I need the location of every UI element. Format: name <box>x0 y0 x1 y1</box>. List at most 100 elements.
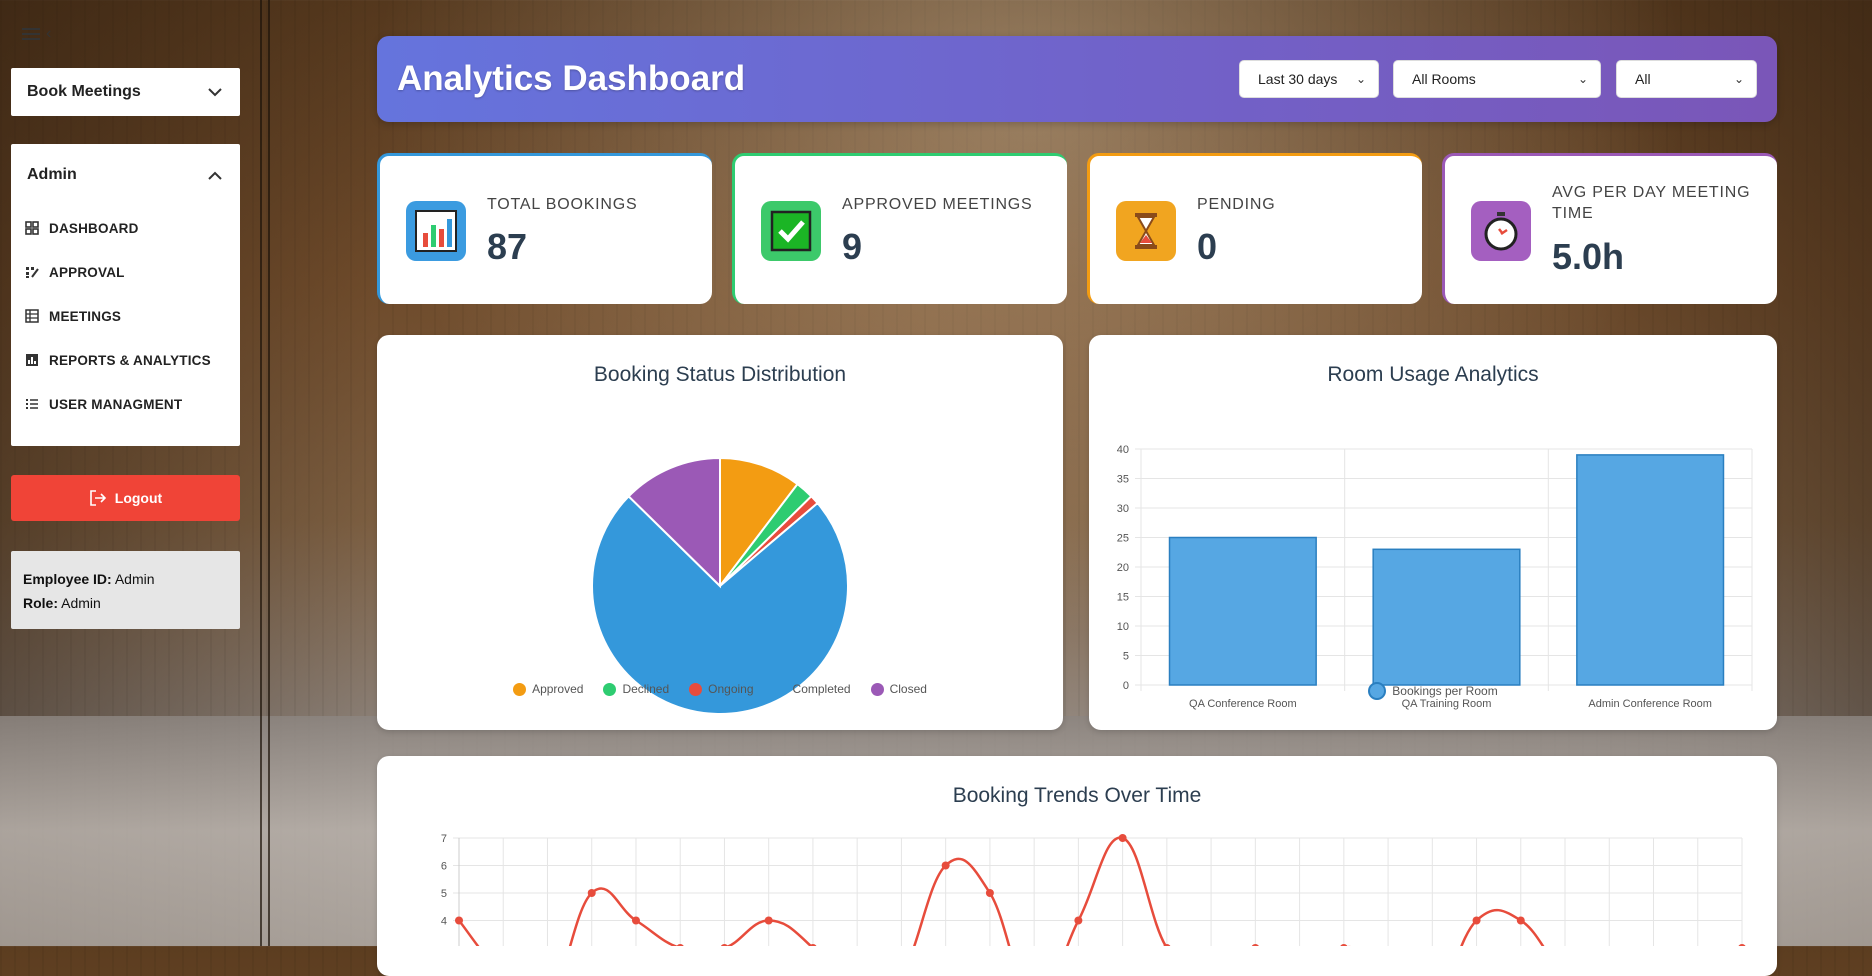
approval-icon <box>25 265 39 279</box>
rooms-select-value: All Rooms <box>1412 71 1476 87</box>
legend-swatch <box>1368 682 1387 700</box>
bar-chart-title: Room Usage Analytics <box>1327 363 1539 386</box>
legend-swatch <box>773 682 787 696</box>
legend-item[interactable]: Completed <box>773 682 851 696</box>
data-point[interactable] <box>587 889 596 897</box>
bar-chart-icon <box>406 201 466 261</box>
y-tick-label: 15 <box>1117 592 1129 604</box>
rooms-select[interactable]: All Rooms ⌄ <box>1393 60 1601 98</box>
stat-label: APPROVED MEETINGS <box>842 196 1033 213</box>
y-tick-label: 5 <box>1123 651 1129 663</box>
role-value: Admin <box>61 595 101 611</box>
frame-line <box>260 0 262 946</box>
y-tick-label: 40 <box>1117 444 1129 456</box>
data-point[interactable] <box>1472 916 1481 925</box>
legend-item[interactable]: Approved <box>513 682 583 696</box>
line-chart-panel: Booking Trends Over Time 4 5 6 7 <box>377 756 1777 976</box>
stopwatch-icon <box>1471 201 1531 261</box>
admin-menu: Admin DASHBOARD APPROVAL MEETINGS REPORT… <box>11 144 240 446</box>
line-chart: 4 5 6 7 <box>441 833 1746 946</box>
stat-label: AVG PER DAY MEETING TIME <box>1552 184 1751 222</box>
employee-id-label: Employee ID: <box>23 571 112 587</box>
logout-icon <box>89 490 106 506</box>
hamburger-icon <box>22 28 40 40</box>
legend-swatch <box>603 682 617 696</box>
data-point[interactable] <box>1118 834 1127 842</box>
stat-card-pending: PENDING 0 <box>1087 153 1422 304</box>
bar-chart-panel: Room Usage Analytics 0 5 10 15 20 25 30 35 40 QA … <box>1089 335 1777 730</box>
book-meetings-dropdown[interactable]: Book Meetings <box>11 68 240 116</box>
bar-1[interactable] <box>1372 548 1521 686</box>
sidebar-toggle-button[interactable]: ‹ <box>22 25 52 42</box>
sidebar-item-label: REPORTS & ANALYTICS <box>49 352 211 368</box>
data-point[interactable] <box>1516 916 1525 925</box>
sidebar-item-label: MEETINGS <box>49 308 122 324</box>
chevron-down-icon: ⌄ <box>1733 72 1744 86</box>
stat-card-approved: APPROVED MEETINGS 9 <box>732 153 1067 304</box>
bar-2[interactable] <box>1576 454 1725 686</box>
data-point[interactable] <box>764 916 773 925</box>
admin-menu-header[interactable]: Admin <box>11 144 240 206</box>
data-point[interactable] <box>941 861 950 870</box>
stat-value: 9 <box>842 226 863 267</box>
sidebar-item-user-management[interactable]: USER MANAGMENT <box>11 382 240 426</box>
stat-card-avg-time: AVG PER DAY MEETING TIME 5.0h <box>1442 153 1777 304</box>
legend-label: Approved <box>532 682 584 696</box>
y-tick-label: 30 <box>1117 503 1129 515</box>
chevron-left-icon: ‹ <box>46 25 52 42</box>
bar-chart-legend: Bookings per Room <box>1089 682 1777 700</box>
legend-label: Ongoing <box>708 682 754 696</box>
sidebar-item-label: APPROVAL <box>49 264 125 280</box>
legend-label: Declined <box>622 682 670 696</box>
sidebar-item-dashboard[interactable]: DASHBOARD <box>11 206 240 250</box>
sidebar-item-reports[interactable]: REPORTS & ANALYTICS <box>11 338 240 382</box>
period-select-value: Last 30 days <box>1258 71 1338 87</box>
y-tick-label: 4 <box>441 916 447 928</box>
data-point[interactable] <box>985 889 994 897</box>
pie-chart <box>591 456 849 715</box>
stat-card-total-bookings: TOTAL BOOKINGS 87 <box>377 153 712 304</box>
period-select[interactable]: Last 30 days ⌄ <box>1239 60 1379 98</box>
table-icon <box>25 309 39 323</box>
hourglass-icon <box>1116 201 1176 261</box>
y-tick-label: 35 <box>1117 474 1129 486</box>
legend-item[interactable]: Declined <box>603 682 669 696</box>
bar-0[interactable] <box>1168 536 1317 686</box>
chevron-down-icon <box>208 87 222 96</box>
page-title: Analytics Dashboard <box>397 59 746 98</box>
bar-chart-icon <box>25 353 39 367</box>
pie-chart-title: Booking Status Distribution <box>593 363 847 386</box>
y-tick-label: 25 <box>1117 533 1129 545</box>
pie-chart-legend: Approved Declined Ongoing Completed Closed <box>377 682 1063 696</box>
admin-label: Admin <box>27 166 77 183</box>
bar-chart: 0510152025303540QA Conference Room QA Tra… <box>1117 444 1753 710</box>
legend-item[interactable]: Closed <box>870 682 927 696</box>
data-point[interactable] <box>455 916 463 925</box>
logout-button[interactable]: Logout <box>11 475 240 521</box>
stat-value: 5.0h <box>1552 236 1625 277</box>
y-tick-label: 6 <box>441 861 447 873</box>
check-icon <box>761 201 821 261</box>
sidebar-item-approval[interactable]: APPROVAL <box>11 250 240 294</box>
data-point[interactable] <box>1074 916 1083 925</box>
book-meetings-label: Book Meetings <box>27 83 141 100</box>
legend-swatch <box>513 682 527 696</box>
stat-value: 87 <box>487 226 528 267</box>
data-point[interactable] <box>631 916 640 925</box>
y-tick-label: 5 <box>441 888 447 900</box>
status-select[interactable]: All ⌄ <box>1616 60 1757 98</box>
role-label: Role: <box>23 595 58 611</box>
sidebar-item-meetings[interactable]: MEETINGS <box>11 294 240 338</box>
sidebar-item-label: USER MANAGMENT <box>49 396 183 412</box>
employee-info-card: Employee ID: Admin Role: Admin <box>11 551 240 629</box>
logout-label: Logout <box>114 490 163 506</box>
y-tick-label: 7 <box>441 833 447 845</box>
list-icon <box>25 397 39 411</box>
pie-chart-panel: Booking Status Distribution Approved Decl… <box>377 335 1063 730</box>
legend-swatch <box>870 682 884 696</box>
legend-item[interactable]: Ongoing <box>689 682 754 696</box>
stat-label: TOTAL BOOKINGS <box>487 196 638 213</box>
chevron-down-icon: ⌄ <box>1355 72 1366 86</box>
legend-item[interactable]: Bookings per Room <box>1368 682 1498 700</box>
status-select-value: All <box>1635 71 1651 87</box>
